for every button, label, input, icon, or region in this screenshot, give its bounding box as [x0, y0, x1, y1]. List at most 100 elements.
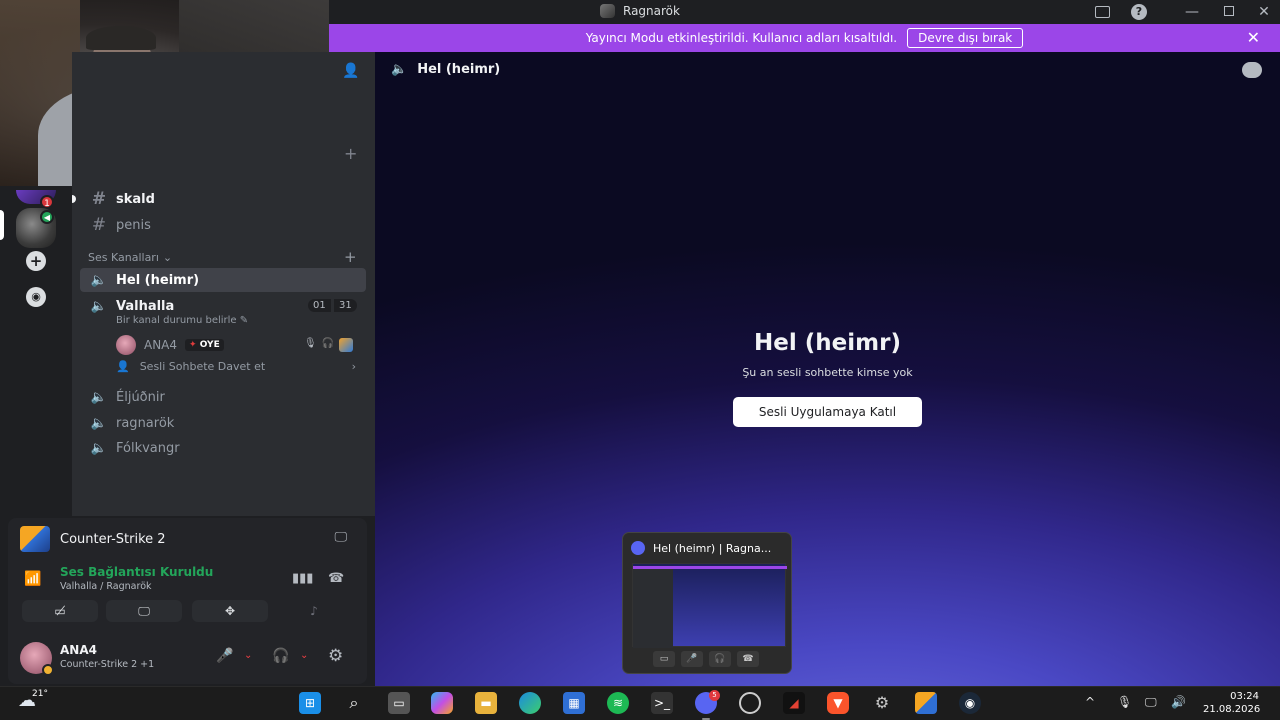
selected-server-pill: [0, 210, 4, 240]
headphone-deafened-icon[interactable]: 🎧: [272, 648, 289, 664]
streamer-mode-banner: Yayıncı Modu etkinleştirildi. Kullanıcı …: [329, 24, 1280, 52]
copilot-icon[interactable]: [431, 692, 453, 714]
channel-penis[interactable]: # penis: [80, 213, 366, 237]
weather-temperature: 21°: [32, 689, 48, 699]
user-limit-right: 31: [334, 299, 357, 312]
user-count-left: 01: [308, 299, 331, 312]
close-banner-icon[interactable]: ✕: [1247, 28, 1260, 47]
obs-icon[interactable]: [739, 692, 761, 714]
preview-thumbnail[interactable]: [632, 563, 787, 648]
close-window-button[interactable]: ✕: [1256, 4, 1272, 20]
activities-button[interactable]: ✥: [192, 600, 268, 622]
camera-icon[interactable]: ▭: [653, 651, 675, 667]
channel-header: 🔈 Hel (heimr): [391, 62, 500, 77]
voice-location-text: Valhalla / Ragnarök: [60, 581, 152, 592]
volume-icon[interactable]: 🔊: [1171, 695, 1186, 709]
signal-icon: 📶: [24, 571, 42, 587]
stream-screen-icon[interactable]: 🖵: [334, 530, 347, 545]
maximize-button[interactable]: [1221, 4, 1237, 20]
voice-member[interactable]: ANA4 ✦ OYE: [116, 335, 224, 355]
terminal-icon[interactable]: >_: [651, 692, 673, 714]
windows-start-icon[interactable]: ⊞: [299, 692, 321, 714]
brave-icon[interactable]: ▼: [827, 692, 849, 714]
chevron-down-icon[interactable]: ⌄: [300, 650, 308, 661]
clock-time: 03:24: [1230, 691, 1259, 702]
unread-indicator: [72, 195, 76, 203]
channel-skald[interactable]: # skald: [72, 187, 366, 211]
invite-to-voice-item[interactable]: 👤 Sesli Sohbete Davet et ›: [116, 360, 356, 373]
speaker-icon: 🔈: [90, 272, 108, 288]
cs2-icon[interactable]: [915, 692, 937, 714]
spotify-icon[interactable]: ≋: [607, 692, 629, 714]
mic-muted-icon: 🎙: [304, 338, 317, 349]
minimize-button[interactable]: —: [1184, 4, 1200, 20]
settings-gear-icon[interactable]: ⚙: [871, 692, 893, 714]
member-status-icons: 🎙 🎧: [304, 338, 354, 352]
mention-badge: 1: [40, 195, 54, 209]
voice-status-text: Ses Bağlantısı Kuruldu: [60, 565, 214, 579]
add-server-icon[interactable]: +: [26, 251, 46, 271]
activity-row[interactable]: Counter-Strike 2: [20, 526, 166, 552]
channel-label: skald: [116, 191, 155, 207]
user-panel: Counter-Strike 2 🖵 📶 Ses Bağlantısı Kuru…: [8, 518, 367, 684]
voice-channel-ragnarok[interactable]: 🔈 ragnarök: [80, 411, 366, 435]
window-title: Ragnarök: [600, 4, 680, 18]
preview-title: Hel (heimr) | Ragna...: [631, 541, 771, 555]
chevron-right-icon: ›: [351, 360, 356, 373]
guild-tag: ✦ OYE: [185, 339, 224, 351]
capcut-icon[interactable]: ◢: [783, 692, 805, 714]
current-user-status: Counter-Strike 2 +1: [60, 659, 155, 670]
chevron-up-icon[interactable]: ^: [1085, 695, 1095, 709]
help-icon[interactable]: ?: [1131, 4, 1147, 20]
edge-icon[interactable]: [519, 692, 541, 714]
chat-bubble-icon[interactable]: [1242, 62, 1262, 78]
mic-muted-icon[interactable]: 🎤: [216, 648, 233, 664]
task-view-icon[interactable]: ▭: [388, 692, 410, 714]
banner-message: Yayıncı Modu etkinleştirildi. Kullanıcı …: [585, 31, 898, 45]
voice-channel-folkvangr[interactable]: 🔈 Fólkvangr: [80, 436, 366, 460]
network-icon[interactable]: 🖵: [1145, 695, 1157, 710]
search-icon[interactable]: ⌕: [343, 692, 365, 714]
invite-label: Sesli Sohbete Davet et: [139, 360, 266, 373]
join-voice-button[interactable]: Sesli Uygulamaya Katıl: [733, 397, 922, 427]
microphone-tray-icon[interactable]: 🎙: [1117, 695, 1132, 709]
noise-suppression-icon[interactable]: ▮▮▮: [292, 571, 313, 586]
voice-channel-hel[interactable]: 🔈 Hel (heimr): [80, 268, 366, 292]
discover-icon[interactable]: ◉: [26, 287, 46, 307]
taskbar-preview[interactable]: Hel (heimr) | Ragna... ▭ 🎤 🎧 ☎: [622, 532, 792, 674]
disconnect-icon[interactable]: ☎: [737, 651, 759, 667]
channel-label: Fólkvangr: [116, 440, 180, 456]
file-explorer-icon[interactable]: ▬: [475, 692, 497, 714]
system-clock[interactable]: 03:24 21.08.2026: [1203, 690, 1260, 716]
steam-icon[interactable]: ◉: [959, 692, 981, 714]
game-icon: [20, 526, 50, 552]
chevron-down-icon[interactable]: ⌄: [244, 650, 252, 661]
camera-off-button[interactable]: ▭̸: [22, 600, 98, 622]
disconnect-icon[interactable]: ☎: [328, 571, 344, 586]
voice-category-header[interactable]: Ses Kanalları ⌄: [88, 251, 172, 264]
server-icon: [600, 4, 615, 18]
soundboard-button[interactable]: ♪: [276, 600, 352, 622]
category-label: Ses Kanalları: [88, 251, 159, 264]
disable-streamer-mode-button[interactable]: Devre dışı bırak: [907, 28, 1024, 48]
voice-channel-eljudnir[interactable]: 🔈 Éljúðnir: [80, 385, 366, 409]
discord-badge: 5: [709, 690, 720, 701]
hash-icon: #: [91, 189, 107, 209]
gear-icon[interactable]: ⚙: [328, 646, 343, 666]
discord-icon[interactable]: 5: [695, 690, 720, 720]
store-icon[interactable]: ▦: [563, 692, 585, 714]
inbox-icon[interactable]: [1095, 6, 1110, 18]
create-voice-channel-icon[interactable]: +: [344, 248, 357, 266]
screen-share-button[interactable]: 🖵: [106, 600, 182, 622]
add-channel-icon[interactable]: +: [344, 144, 357, 163]
channel-header-name: Hel (heimr): [417, 62, 501, 77]
voice-speaker-icon: ◀: [40, 210, 54, 224]
channel-status-setter[interactable]: Bir kanal durumu belirle ✎: [116, 315, 248, 326]
add-friend-icon[interactable]: 👤: [342, 63, 360, 79]
channel-status-text: Bir kanal durumu belirle: [116, 315, 237, 326]
channel-label: Valhalla: [116, 298, 175, 314]
activity-name: Counter-Strike 2: [60, 531, 166, 547]
webcam-person-cap: [86, 26, 156, 50]
mic-icon[interactable]: 🎤: [681, 651, 703, 667]
headphone-icon[interactable]: 🎧: [709, 651, 731, 667]
